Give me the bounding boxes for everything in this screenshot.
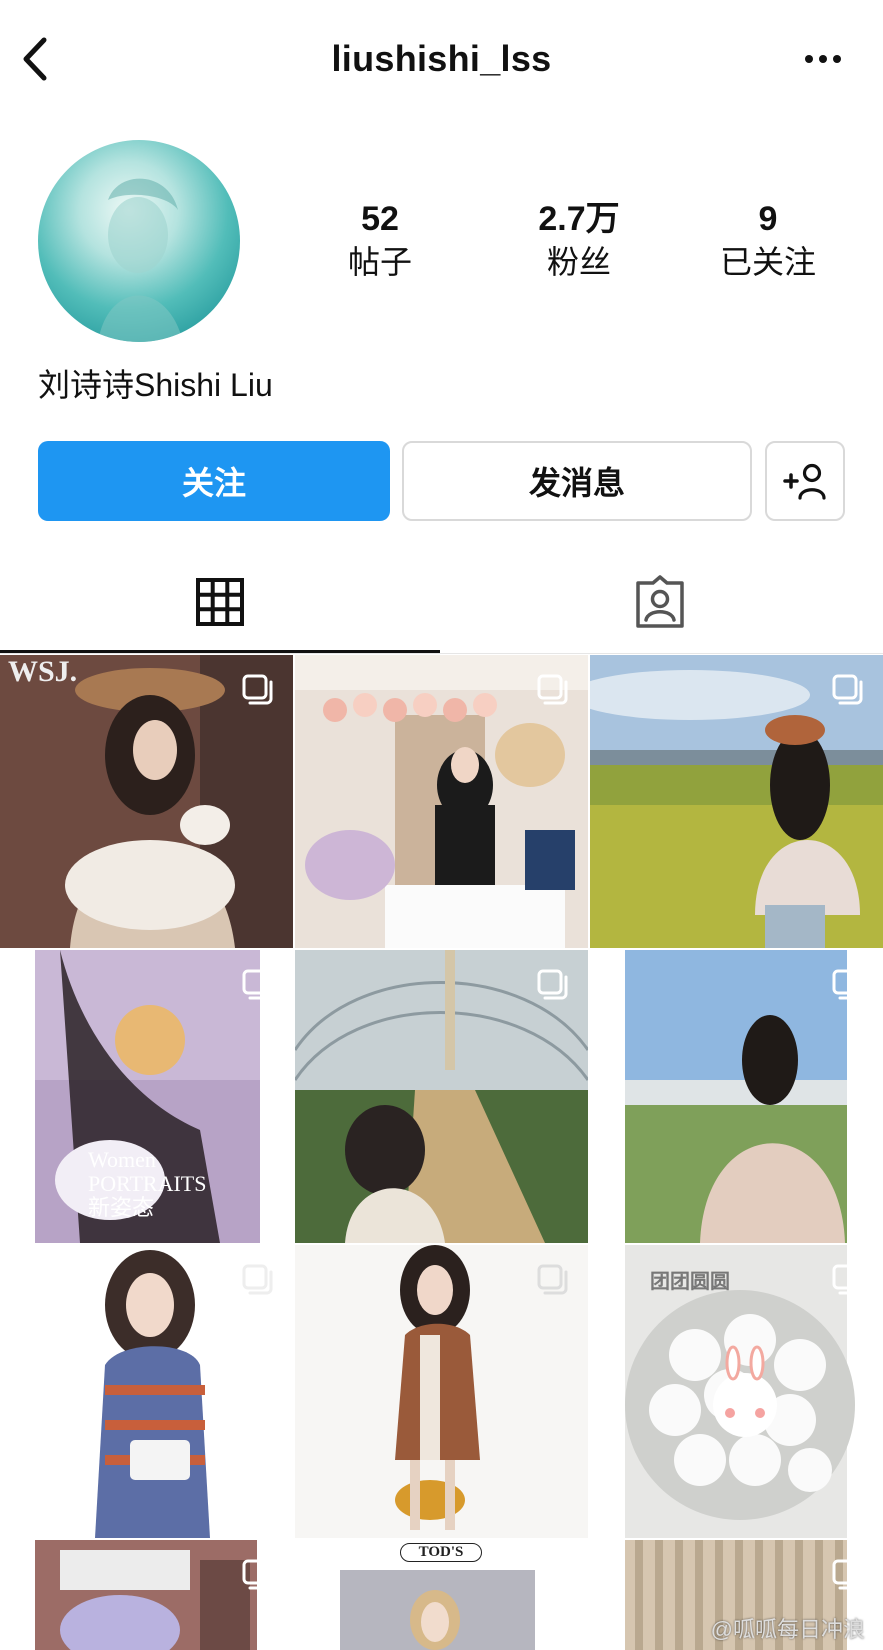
stat-following-label: 已关注 [719, 244, 816, 280]
profile-page: liushishi_lss 52 帖子 2.7万 粉丝 9 已关注 刘诗诗Shi… [0, 0, 883, 1650]
post-tile-6[interactable] [590, 950, 883, 1243]
stat-posts-value: 52 [361, 200, 399, 238]
profile-avatar[interactable] [38, 140, 240, 342]
tab-tagged[interactable] [440, 560, 883, 652]
stat-followers-value: 2.7万 [538, 200, 620, 238]
multiple-images-icon [242, 1264, 273, 1295]
tab-posts-grid[interactable] [0, 560, 440, 652]
message-button[interactable]: 发消息 [402, 441, 752, 521]
multiple-images-icon [242, 674, 273, 705]
stat-posts[interactable]: 52 帖子 [295, 198, 465, 284]
post-tile-9[interactable]: 团团圆圆 [590, 1245, 883, 1538]
suggest-people-button[interactable] [765, 441, 845, 521]
add-person-icon [783, 463, 826, 500]
display-name: 刘诗诗Shishi Liu [38, 367, 273, 403]
post-tile-7[interactable] [0, 1245, 293, 1538]
multiple-images-icon [537, 969, 568, 1000]
stat-followers[interactable]: 2.7万 粉丝 [494, 198, 664, 284]
multiple-images-icon [242, 969, 273, 1000]
top-bar: liushishi_lss [0, 0, 883, 125]
post-cover-text: Women PORTRAITS 新姿态 [88, 1147, 207, 1220]
post-tile-8[interactable] [295, 1245, 588, 1538]
multiple-images-icon [537, 1264, 568, 1295]
multiple-images-icon [242, 1559, 273, 1590]
post-tile-2[interactable] [295, 655, 588, 948]
post-tile-3[interactable] [590, 655, 883, 948]
stat-following[interactable]: 9 已关注 [683, 198, 853, 284]
post-tile-4[interactable]: Women PORTRAITS 新姿态 [0, 950, 293, 1243]
post-tile-11[interactable]: TOD'S [295, 1540, 588, 1650]
stat-followers-label: 粉丝 [546, 244, 611, 280]
post-cover-text: WSJ. [8, 655, 78, 688]
post-tile-5[interactable] [295, 950, 588, 1243]
profile-username: liushishi_lss [331, 38, 552, 79]
follow-button[interactable]: 关注 [38, 441, 390, 521]
multiple-images-icon [537, 1559, 568, 1590]
post-logo-text: TOD'S [400, 1543, 482, 1562]
watermark: @呱呱每日冲浪 [710, 1617, 865, 1642]
multiple-images-icon [832, 1559, 863, 1590]
follow-button-label: 关注 [181, 465, 246, 501]
post-sticker-text: 团团圆圆 [650, 1271, 730, 1293]
multiple-images-icon [537, 674, 568, 705]
more-button[interactable] [803, 44, 843, 74]
tab-divider [0, 653, 883, 654]
multiple-images-icon [832, 969, 863, 1000]
grid-icon [196, 578, 244, 626]
post-tile-10[interactable] [0, 1540, 293, 1650]
message-button-label: 发消息 [528, 465, 625, 501]
stat-following-value: 9 [758, 200, 778, 238]
stat-posts-label: 帖子 [347, 244, 412, 280]
more-horizontal-icon [805, 55, 841, 63]
post-tile-1[interactable]: WSJ. [0, 655, 293, 948]
multiple-images-icon [832, 1264, 863, 1295]
tagged-person-icon [636, 575, 684, 628]
multiple-images-icon [832, 674, 863, 705]
